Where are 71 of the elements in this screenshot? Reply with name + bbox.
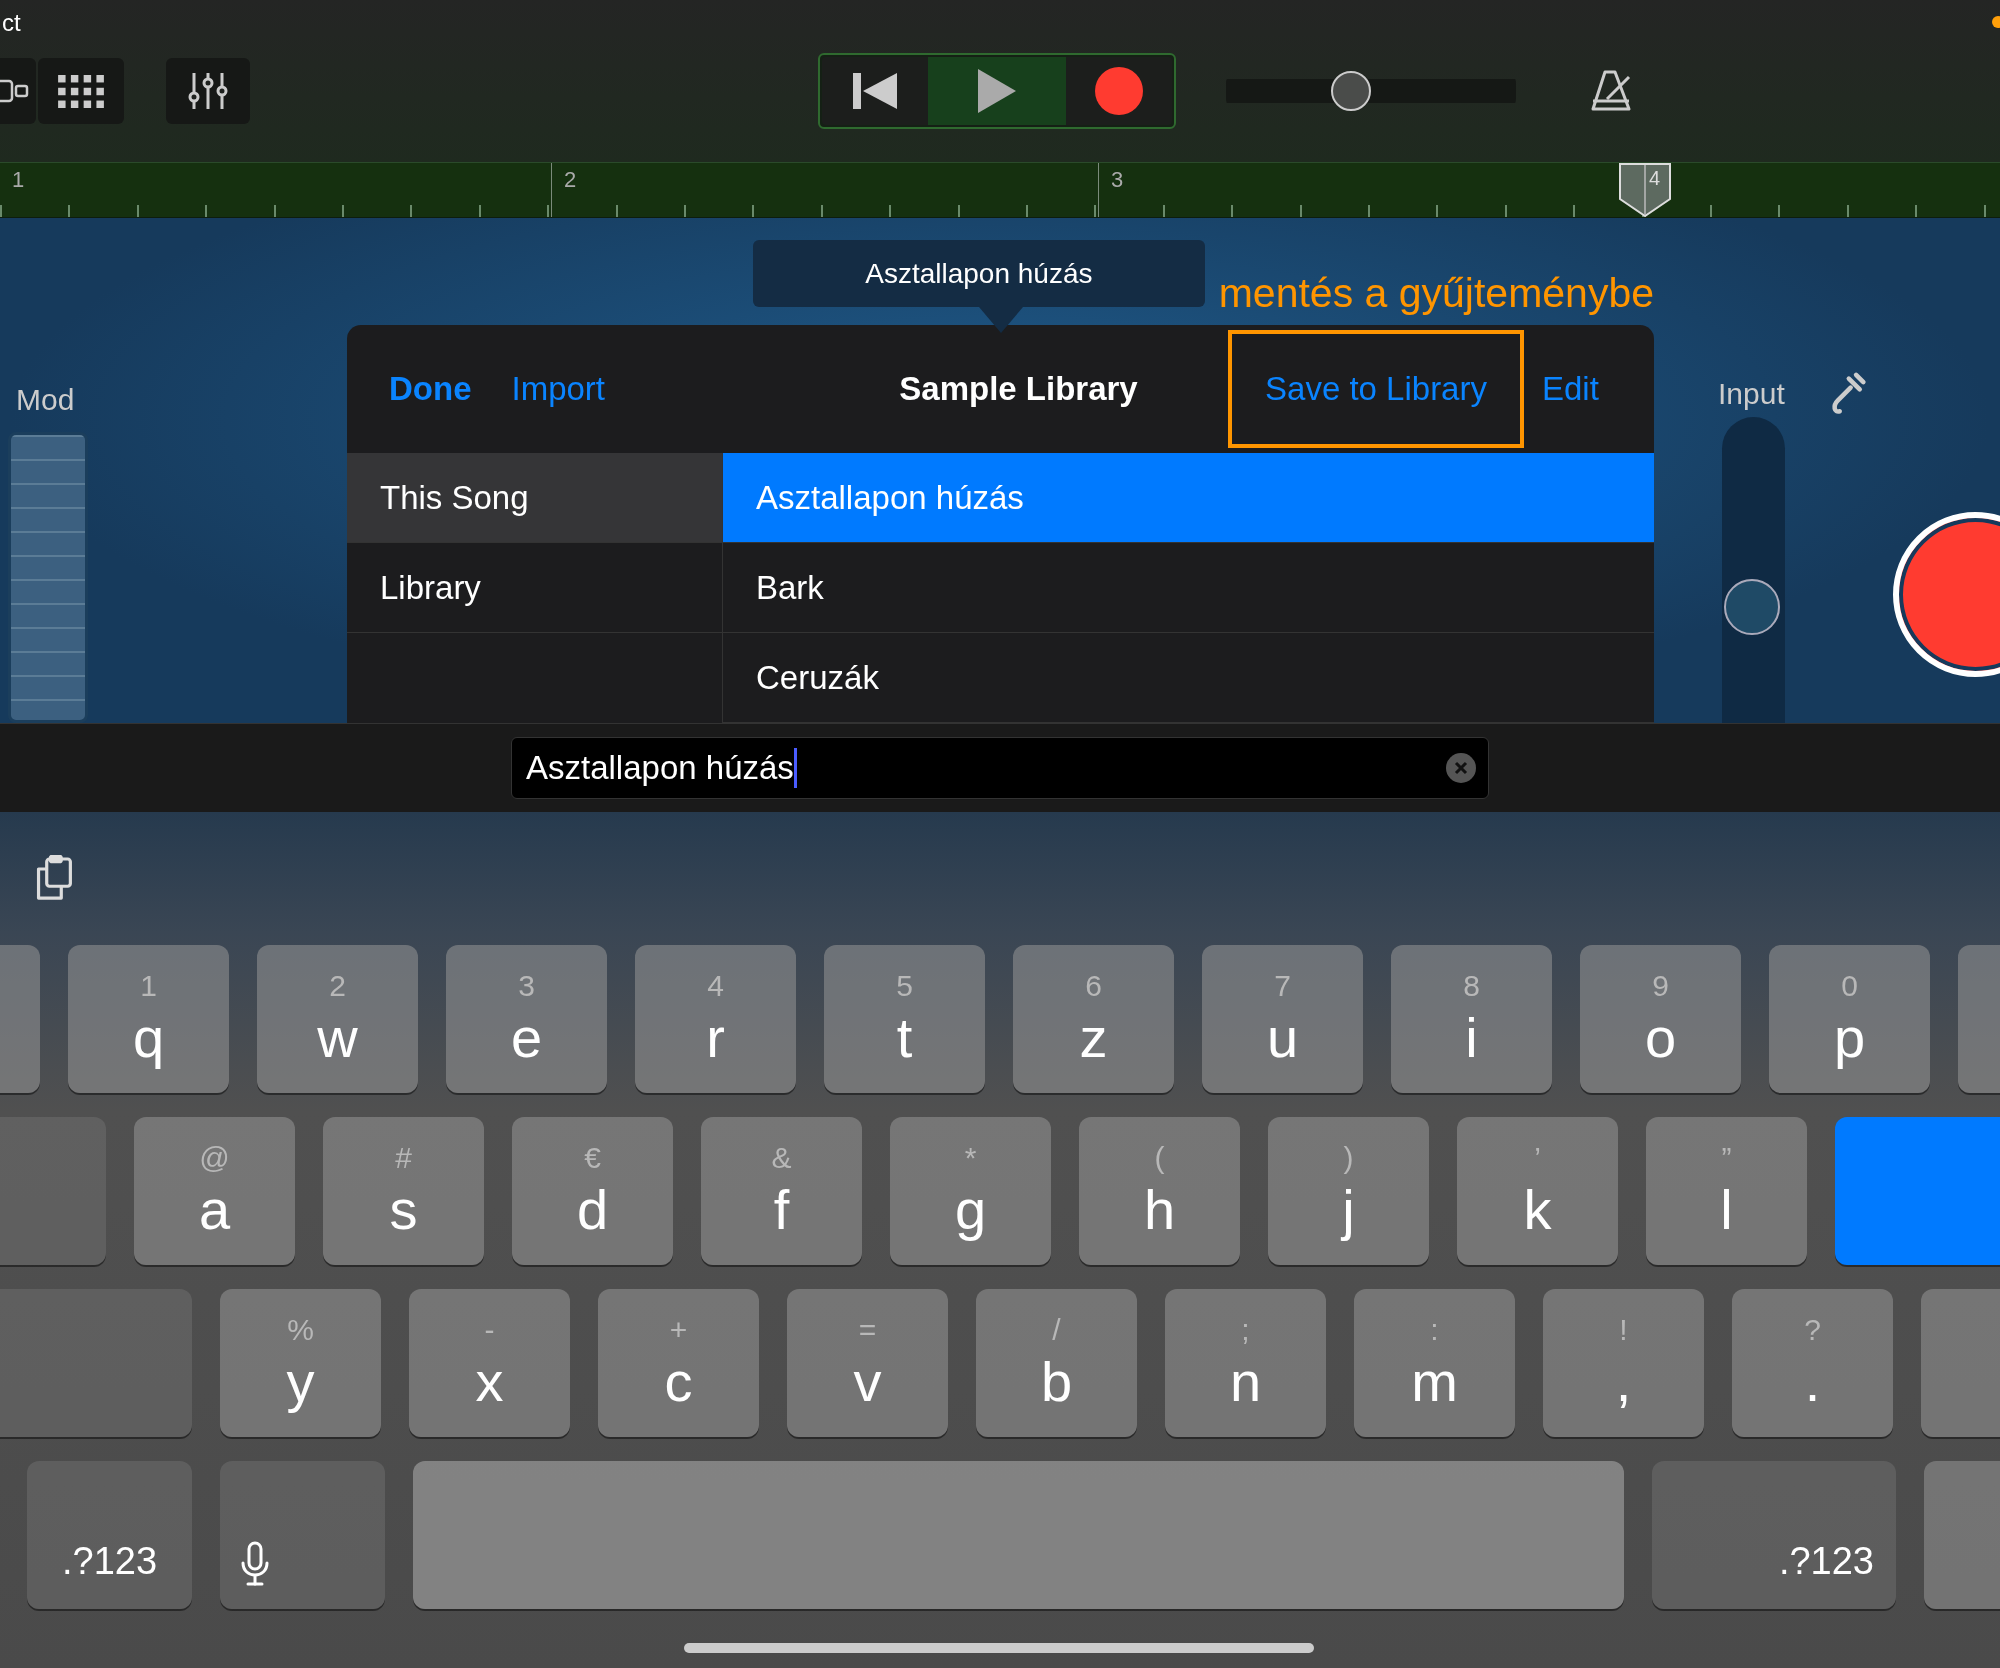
sidebar-item[interactable]: Library bbox=[347, 543, 722, 633]
record-button[interactable] bbox=[1066, 57, 1172, 125]
input-label: Input bbox=[1718, 377, 1785, 411]
annotation-text: mentés a gyűjteménybe bbox=[1218, 270, 1654, 317]
keyboard-key[interactable]: + c bbox=[598, 1289, 759, 1437]
keyboard-key[interactable]: ) j bbox=[1268, 1117, 1429, 1265]
sliders-icon bbox=[188, 71, 228, 111]
grid-icon bbox=[58, 74, 104, 108]
symbols-key[interactable]: .?123 bbox=[1652, 1461, 1896, 1609]
edit-button[interactable]: Edit bbox=[1542, 370, 1599, 408]
keyboard-key[interactable]: 7 u bbox=[1202, 945, 1363, 1093]
name-input-field[interactable]: Asztallapon húzás bbox=[511, 737, 1489, 799]
keyboard-key[interactable]: 1 q bbox=[68, 945, 229, 1093]
keyboard-key[interactable]: % y bbox=[220, 1289, 381, 1437]
keyboard-key[interactable]: ; n bbox=[1165, 1289, 1326, 1437]
symbols-key[interactable]: .?123 bbox=[27, 1461, 192, 1609]
playhead-marker[interactable]: 4 bbox=[1619, 163, 1671, 217]
bar-number: 1 bbox=[12, 167, 25, 193]
mod-label: Mod bbox=[16, 383, 76, 418]
done-button[interactable]: Done bbox=[389, 370, 472, 408]
keyboard-key[interactable]: # s bbox=[323, 1117, 484, 1265]
input-slider[interactable] bbox=[1722, 417, 1785, 723]
sample-list-item[interactable]: Asztallapon húzás bbox=[723, 453, 1654, 543]
keyboard-key[interactable]: € d bbox=[512, 1117, 673, 1265]
bar-number: 3 bbox=[1111, 167, 1124, 193]
bar-number: 2 bbox=[564, 167, 577, 193]
tooltip-text: Asztallapon húzás bbox=[865, 257, 1093, 290]
keyboard-key[interactable]: ( h bbox=[1079, 1117, 1240, 1265]
tracks-button[interactable] bbox=[38, 58, 124, 124]
field-value: Asztallapon húzás bbox=[526, 749, 794, 787]
keyboard-key[interactable]: 3 e bbox=[446, 945, 607, 1093]
keyboard-key[interactable]: 9 o bbox=[1580, 945, 1741, 1093]
keyboard-key[interactable]: ! , bbox=[1543, 1289, 1704, 1437]
save-to-library-button[interactable]: Save to Library bbox=[1265, 370, 1487, 408]
mod-wheel[interactable] bbox=[8, 431, 88, 723]
keyboard-key[interactable]: ’ k bbox=[1457, 1117, 1618, 1265]
keyboard-key[interactable]: 8 i bbox=[1391, 945, 1552, 1093]
keyboard-key[interactable]: ? . bbox=[1732, 1289, 1893, 1437]
play-button[interactable] bbox=[928, 57, 1066, 125]
keyboard-key[interactable]: 0 p bbox=[1769, 945, 1930, 1093]
mixer-button[interactable] bbox=[166, 58, 250, 124]
keyboard-key[interactable]: = v bbox=[787, 1289, 948, 1437]
paste-icon[interactable] bbox=[34, 854, 74, 903]
sample-list-item[interactable]: Bark bbox=[723, 543, 1654, 633]
keyboard-key[interactable]: * g bbox=[890, 1117, 1051, 1265]
slider-thumb[interactable] bbox=[1724, 579, 1780, 635]
record-icon bbox=[1095, 67, 1143, 115]
bar-number: 4 bbox=[1649, 167, 1661, 190]
keyboard-key[interactable]: 2 w bbox=[257, 945, 418, 1093]
playhead-shape-icon bbox=[1619, 163, 1671, 217]
skip-back-icon bbox=[853, 71, 897, 111]
status-time: ct bbox=[2, 9, 21, 37]
keyboard-key[interactable]: : m bbox=[1354, 1289, 1515, 1437]
keyboard-key[interactable]: 6 z bbox=[1013, 945, 1174, 1093]
keyboard-key[interactable]: 4 r bbox=[635, 945, 796, 1093]
keyboard-key[interactable]: & f bbox=[701, 1117, 862, 1265]
rewind-button[interactable] bbox=[822, 57, 928, 125]
metronome-icon[interactable] bbox=[1589, 69, 1633, 113]
keyboard-key[interactable]: ” l bbox=[1646, 1117, 1807, 1265]
play-icon bbox=[978, 69, 1016, 113]
keyboard-key[interactable]: 5 t bbox=[824, 945, 985, 1093]
keyboard-key[interactable]: - x bbox=[409, 1289, 570, 1437]
keyboard-key[interactable]: / b bbox=[976, 1289, 1137, 1437]
clear-icon[interactable] bbox=[1446, 753, 1476, 783]
microphone-icon bbox=[240, 1541, 270, 1587]
import-button[interactable]: Import bbox=[511, 370, 606, 408]
view-button[interactable] bbox=[0, 58, 36, 124]
slider-thumb[interactable] bbox=[1330, 71, 1371, 111]
keyboard-key[interactable]: @ a bbox=[134, 1117, 295, 1265]
popover-title: Sample Library bbox=[899, 370, 1138, 408]
sidebar-item[interactable]: This Song bbox=[347, 453, 722, 543]
